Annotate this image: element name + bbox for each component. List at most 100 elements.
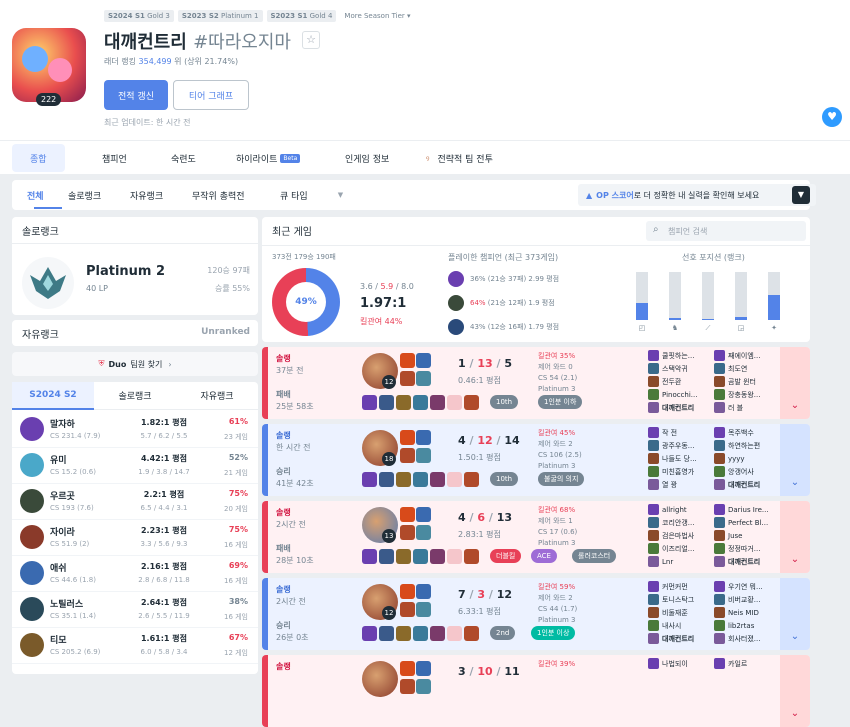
participant-name[interactable]: 정정따거... (714, 542, 778, 555)
expand-match-button[interactable]: ⌄ (780, 424, 810, 496)
summoner-spell-icon[interactable] (400, 430, 415, 445)
item-icon[interactable] (464, 549, 479, 564)
item-icon[interactable] (396, 626, 411, 641)
participant-name[interactable]: 광주우동... (648, 439, 712, 452)
participant-name[interactable]: 대깨컨트리 (648, 401, 712, 414)
champion-stat-row[interactable]: 유미 CS 15.2 (0.6) 4.42:1 평점 1.9 / 3.8 / 14.7… (12, 448, 258, 484)
favorite-star-icon[interactable]: ☆ (302, 31, 320, 49)
summoner-spell-icon[interactable] (400, 507, 415, 522)
summoner-spell-icon[interactable] (416, 507, 431, 522)
item-icon[interactable] (413, 626, 428, 641)
item-icon[interactable] (362, 626, 377, 641)
match-champion-icon[interactable] (362, 661, 398, 697)
champ-tab-flex[interactable]: 자유랭크 (176, 382, 258, 410)
more-season-tier-dropdown[interactable]: More Season Tier ▾ (344, 12, 410, 20)
champ-tab-season[interactable]: S2024 S2 (12, 382, 94, 410)
item-icon[interactable] (464, 472, 479, 487)
participant-name[interactable]: 이즈리얼... (648, 542, 712, 555)
nav-highlights[interactable]: 하이라이트 Beta (236, 141, 301, 175)
rune-icon[interactable] (416, 602, 431, 617)
participant-name[interactable]: 목주백수 (714, 426, 778, 439)
queue-type-dropdown[interactable]: 큐 타입 ▼ (280, 180, 343, 210)
rune-icon[interactable] (416, 448, 431, 463)
duo-finder[interactable]: ⛨ Duo 팀원 찾기 › (12, 352, 258, 376)
rune-icon[interactable] (400, 602, 415, 617)
tab-flex[interactable]: 자유랭크 (130, 180, 163, 210)
participant-name[interactable]: 러 블 (714, 401, 778, 414)
tab-aram[interactable]: 무작위 총력전 (192, 180, 245, 210)
participant-name[interactable]: 대깨컨트리 (648, 632, 712, 645)
nav-ingame[interactable]: 인게임 정보 (345, 141, 389, 175)
champ-tab-solo[interactable]: 솔로랭크 (94, 382, 176, 410)
participant-name[interactable]: Juse (714, 529, 778, 542)
item-icon[interactable] (430, 472, 445, 487)
participant-name[interactable]: 열 꽝 (648, 478, 712, 491)
rune-icon[interactable] (416, 371, 431, 386)
item-icon[interactable] (396, 395, 411, 410)
item-icon[interactable] (396, 549, 411, 564)
participant-name[interactable]: 대깨컨트리 (714, 555, 778, 568)
expand-match-button[interactable]: ⌄ (780, 347, 810, 419)
item-icon[interactable] (413, 395, 428, 410)
item-icon[interactable] (430, 626, 445, 641)
match-card[interactable]: 솔랭 2시간 전 패배 28분 10초 13 4 / 6 / 13 2.83:1 평점 더블킬… (262, 501, 810, 573)
item-icon[interactable] (447, 549, 462, 564)
item-icon[interactable] (379, 395, 394, 410)
rune-icon[interactable] (416, 525, 431, 540)
participant-name[interactable]: 째에이엠... (714, 349, 778, 362)
participant-name[interactable]: 하연하는편 (714, 439, 778, 452)
tab-all[interactable]: 전체 (27, 180, 44, 210)
rune-icon[interactable] (400, 679, 415, 694)
expand-match-button[interactable]: ⌄ (780, 501, 810, 573)
champion-search-input[interactable]: ⌕ 챔피언 검색 (646, 221, 806, 241)
tab-solo[interactable]: 솔로랭크 (68, 180, 101, 210)
tier-graph-button[interactable]: 티어 그래프 (173, 80, 249, 110)
nav-overview[interactable]: 종합 (12, 144, 65, 172)
item-icon[interactable] (447, 472, 462, 487)
expand-match-button[interactable]: ⌄ (780, 655, 810, 727)
participant-name[interactable]: 대깨컨트리 (714, 478, 778, 491)
participant-name[interactable]: 커먼커먼 (648, 580, 712, 593)
rune-icon[interactable] (400, 525, 415, 540)
item-icon[interactable] (379, 626, 394, 641)
item-icon[interactable] (413, 472, 428, 487)
participant-name[interactable]: Neis MID (714, 606, 778, 619)
rune-icon[interactable] (416, 679, 431, 694)
participant-name[interactable]: lib2rtas (714, 619, 778, 632)
participant-name[interactable]: Perfect Bl... (714, 516, 778, 529)
participant-name[interactable]: Pinocchi... (648, 388, 712, 401)
participant-name[interactable]: Darius Ire... (714, 503, 778, 516)
participant-name[interactable]: yyyy (714, 452, 778, 465)
op-score-hint[interactable]: ▲ OP 스코어 로 더 정확한 내 실력을 확인해 보세요 ▼ (578, 184, 816, 206)
participant-name[interactable]: 우기연 뭐... (714, 580, 778, 593)
item-icon[interactable] (430, 549, 445, 564)
item-icon[interactable] (447, 395, 462, 410)
participant-name[interactable]: 회사터졌... (714, 632, 778, 645)
summoner-spell-icon[interactable] (416, 584, 431, 599)
item-icon[interactable] (362, 395, 377, 410)
match-card[interactable]: 솔랭 3 / 10 / 11 킬관여 39% 나법되이 카일르 ⌄ (262, 655, 810, 727)
summoner-spell-icon[interactable] (416, 353, 431, 368)
participant-name[interactable]: 곰발 윈터 (714, 375, 778, 388)
participant-name[interactable]: 코리안갱... (648, 516, 712, 529)
rune-icon[interactable] (400, 371, 415, 386)
renew-button[interactable]: 전적 갱신 (104, 80, 168, 110)
match-card[interactable]: 솔랭 37분 전 패배 25분 58초 12 1 / 13 / 5 0.46:1 평점 10t… (262, 347, 810, 419)
participant-name[interactable]: 앙갱어사 (714, 465, 778, 478)
participant-name[interactable]: allright (648, 503, 712, 516)
summoner-spell-icon[interactable] (400, 353, 415, 368)
participant-name[interactable]: 작 전 (648, 426, 712, 439)
match-card[interactable]: 솔랭 2시간 전 승리 26분 0초 12 7 / 3 / 12 6.33:1 평점 2nd 1… (262, 578, 810, 650)
participant-name[interactable]: 토니스탁그 (648, 593, 712, 606)
participant-name[interactable]: 내사시 (648, 619, 712, 632)
participant-name[interactable]: 최도연 (714, 362, 778, 375)
summoner-spell-icon[interactable] (400, 584, 415, 599)
participant-name[interactable]: 나들도 당... (648, 452, 712, 465)
participant-name[interactable]: 카일르 (714, 657, 778, 670)
item-icon[interactable] (379, 472, 394, 487)
participant-name[interactable]: 쿨핏하는... (648, 349, 712, 362)
match-card[interactable]: 솔랭 한 시간 전 승리 41분 42초 18 4 / 12 / 14 1.50:1 평점 1… (262, 424, 810, 496)
participant-name[interactable]: 비둘재훈 (648, 606, 712, 619)
nav-tft[interactable]: ꝰ 전략적 팀 전투 (426, 141, 493, 175)
item-icon[interactable] (447, 626, 462, 641)
